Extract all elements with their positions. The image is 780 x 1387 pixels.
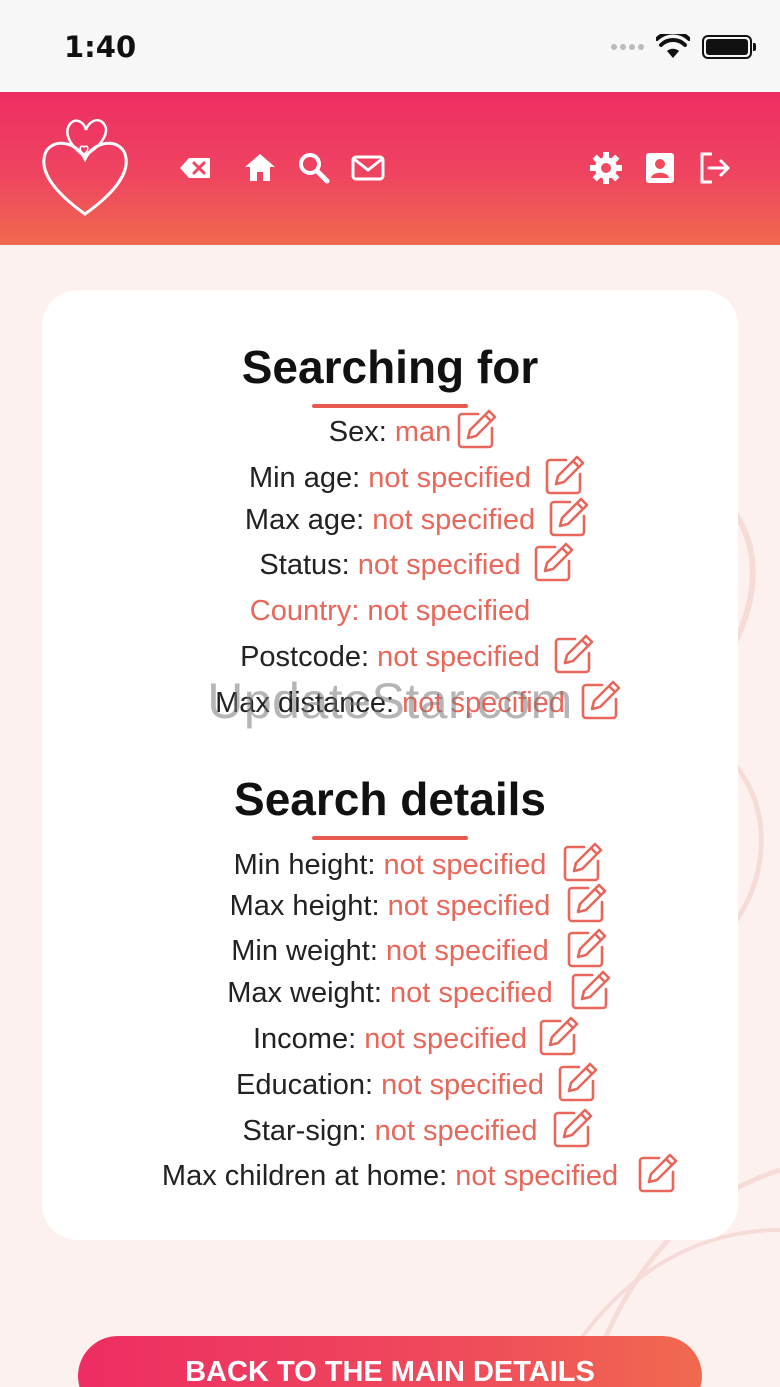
edit-icon[interactable] — [635, 1152, 679, 1196]
edit-icon[interactable] — [536, 1015, 580, 1059]
searching-for-title: Searching for — [241, 341, 539, 393]
search-details-row-content: Max children at home: not specified — [162, 1158, 618, 1194]
searching-for-row-value: not specified — [368, 462, 532, 494]
search-details-row-label: Max children at home: — [161, 1160, 456, 1192]
searching-for-row-value: not specified — [377, 641, 540, 673]
search-details-row-content: Min weight: not specified — [231, 933, 549, 969]
edit-icon[interactable] — [454, 408, 498, 452]
searching-for-row-content: Max age: not specified — [245, 502, 535, 538]
status-time: 1:40 — [64, 30, 137, 64]
search-details-row-label: Min height: — [233, 849, 384, 881]
status-bar: 1:40 — [0, 0, 780, 92]
battery-icon — [702, 35, 756, 59]
searching-for-row-value: not specified — [357, 549, 521, 581]
searching-for-row: Status: not specified — [0, 547, 780, 583]
search-icon[interactable] — [296, 150, 332, 186]
searching-for-row: Sex: man — [0, 414, 780, 450]
backspace-icon[interactable] — [178, 150, 214, 186]
search-details-row-content: Max weight: not specified — [227, 975, 553, 1011]
search-details-row-value: not specified — [383, 849, 547, 881]
search-details-row-value: not specified — [455, 1160, 619, 1192]
search-details-row: Max height: not specified — [0, 888, 780, 924]
edit-icon[interactable] — [568, 969, 612, 1013]
search-details-row-value: not specified — [389, 977, 553, 1009]
edit-icon[interactable] — [546, 496, 590, 540]
search-details-row-content: Income: not specified — [253, 1021, 527, 1057]
searching-for-row-label: Sex: — [328, 416, 395, 448]
edit-icon[interactable] — [555, 1061, 599, 1105]
search-details-title: Search details — [234, 773, 546, 825]
search-details-row-value: not specified — [387, 890, 551, 922]
searching-for-row: Country: not specified — [0, 593, 780, 629]
search-details-row: Star-sign: not specified — [0, 1113, 780, 1149]
search-details-row-label: Income: — [252, 1023, 365, 1055]
status-icons — [611, 34, 756, 60]
search-details-row-value: not specified — [385, 935, 549, 967]
searching-for-row-content: Sex: man — [329, 414, 452, 450]
search-details-underline — [312, 836, 468, 840]
searching-for-row-value: not specified — [402, 687, 565, 719]
edit-icon[interactable] — [578, 679, 622, 723]
searching-for-row-value: not specified — [372, 504, 536, 536]
search-details-row: Min height: not specified — [0, 847, 780, 883]
search-details-row-content: Max height: not specified — [230, 888, 551, 924]
searching-for-row-label: Postcode: — [240, 641, 378, 673]
searching-for-row-label: Country: not specified — [249, 595, 531, 627]
edit-icon[interactable] — [551, 633, 595, 677]
app-header — [0, 92, 780, 245]
search-details-row-value: not specified — [374, 1115, 538, 1147]
cellular-signal-icon — [611, 44, 644, 50]
mail-icon[interactable] — [350, 150, 386, 186]
searching-for-row-label: Min age: — [248, 462, 369, 494]
search-details-row-value: not specified — [364, 1023, 528, 1055]
searching-for-row: Postcode: not specified — [0, 639, 780, 675]
profile-icon[interactable] — [642, 150, 678, 186]
edit-icon[interactable] — [564, 882, 608, 926]
searching-for-row-label: Max age: — [244, 504, 373, 536]
searching-for-row-content: Max distance: not specified — [215, 685, 565, 721]
search-details-row: Education: not specified — [0, 1067, 780, 1103]
edit-icon[interactable] — [550, 1107, 594, 1151]
search-details-row-label: Min weight: — [231, 935, 386, 967]
search-details-row-label: Max weight: — [227, 977, 390, 1009]
logout-icon[interactable] — [696, 150, 732, 186]
search-details-row: Max weight: not specified — [0, 975, 780, 1011]
settings-icon[interactable] — [588, 150, 624, 186]
edit-icon[interactable] — [560, 841, 604, 885]
searching-for-row-content: Postcode: not specified — [240, 639, 540, 675]
search-details-row-label: Max height: — [229, 890, 388, 922]
search-details-row-label: Education: — [236, 1069, 382, 1101]
searching-for-row-content: Status: not specified — [259, 547, 520, 583]
search-details-row-content: Star-sign: not specified — [243, 1113, 538, 1149]
searching-for-row-label: Max distance: — [215, 687, 403, 719]
search-details-row: Income: not specified — [0, 1021, 780, 1057]
searching-for-underline — [312, 404, 468, 408]
search-details-row: Min weight: not specified — [0, 933, 780, 969]
search-details-row-value: not specified — [381, 1069, 544, 1101]
searching-for-row: Min age: not specified — [0, 460, 780, 496]
search-details-row-content: Min height: not specified — [234, 847, 547, 883]
searching-for-row: Max age: not specified — [0, 502, 780, 538]
home-icon[interactable] — [242, 150, 278, 186]
wifi-icon — [656, 34, 690, 58]
searching-for-row-content: Min age: not specified — [249, 460, 531, 496]
search-details-row-label: Star-sign: — [242, 1115, 375, 1147]
searching-for-row: Max distance: not specified — [0, 685, 780, 721]
search-details-row-content: Education: not specified — [236, 1067, 544, 1103]
hearts-logo-icon[interactable] — [40, 114, 130, 224]
edit-icon[interactable] — [542, 454, 586, 498]
edit-icon[interactable] — [564, 927, 608, 971]
edit-icon[interactable] — [531, 541, 575, 585]
searching-for-row-label: Status: — [259, 549, 358, 581]
back-to-main-details-button[interactable]: BACK TO THE MAIN DETAILS — [78, 1336, 702, 1387]
searching-for-row-content: Country: not specified — [250, 593, 530, 629]
searching-for-row-value: man — [394, 416, 452, 448]
